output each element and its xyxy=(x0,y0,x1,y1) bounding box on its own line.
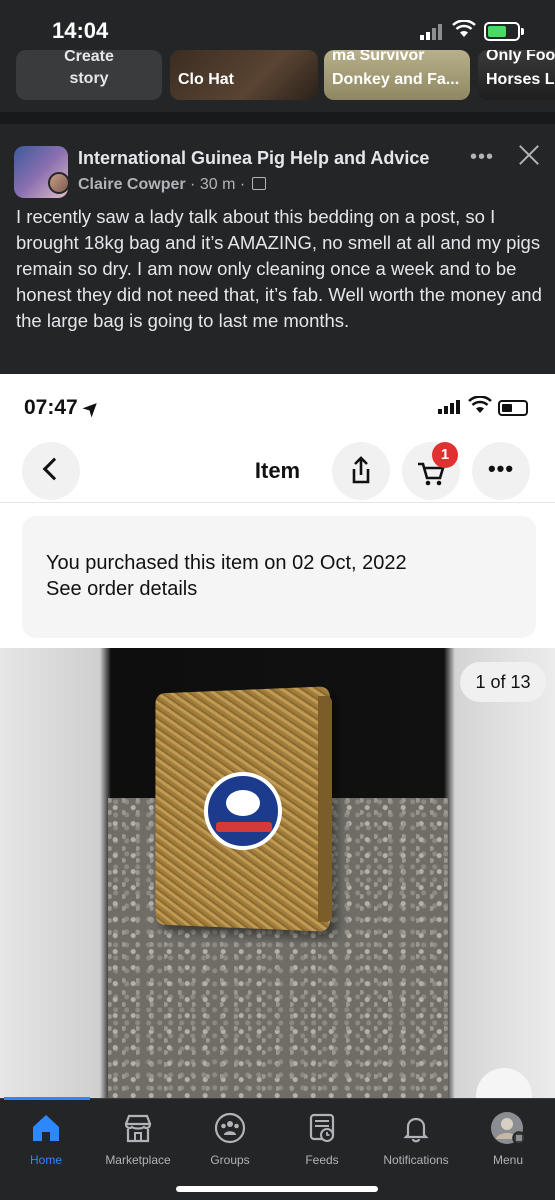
story-card[interactable]: Clo Hat xyxy=(170,50,318,100)
bell-icon xyxy=(403,1117,429,1143)
author-avatar[interactable] xyxy=(48,172,70,194)
group-privacy-icon xyxy=(251,177,266,190)
feed-post: International Guinea Pig Help and Advice… xyxy=(0,124,555,374)
tab-menu[interactable]: Menu xyxy=(458,1111,555,1177)
purchase-date-text: You purchased this item on 02 Oct, 2022 xyxy=(46,552,407,574)
attachment-status-time: 07:47 ➤ xyxy=(24,395,104,421)
group-name-link[interactable]: International Guinea Pig Help and Advice xyxy=(78,148,429,169)
more-button: ••• xyxy=(472,442,530,500)
post-more-button[interactable]: ••• xyxy=(470,146,494,169)
purchase-banner: You purchased this item on 02 Oct, 2022 … xyxy=(22,516,536,638)
cellular-signal-icon xyxy=(438,400,460,414)
close-icon[interactable] xyxy=(516,142,542,168)
home-indicator[interactable] xyxy=(176,1186,378,1192)
feed-divider xyxy=(0,112,555,124)
image-counter: 1 of 13 xyxy=(460,662,546,702)
avatar xyxy=(491,1112,526,1145)
tab-home[interactable]: Home xyxy=(0,1111,96,1177)
home-icon xyxy=(33,1115,59,1141)
order-details-link: See order details xyxy=(46,578,198,600)
status-time: 14:04 xyxy=(52,18,109,43)
battery-icon xyxy=(498,400,528,416)
post-meta: Claire Cowper · 30 m · xyxy=(78,176,266,194)
tab-notifications[interactable]: Notifications xyxy=(366,1111,466,1177)
location-arrow-icon: ➤ xyxy=(78,395,104,421)
bottom-tab-bar: Home Marketplace Groups Feeds Notificati… xyxy=(0,1097,555,1200)
tab-groups[interactable]: Groups xyxy=(180,1111,280,1177)
stories-strip: Create story Clo Hat ma Survivor Donkey … xyxy=(0,50,555,110)
cellular-signal-icon xyxy=(420,24,442,40)
tab-feeds[interactable]: Feeds xyxy=(272,1111,372,1177)
battery-icon xyxy=(484,22,520,41)
story-card[interactable]: ma Survivor Donkey and Fa... xyxy=(324,50,470,100)
groups-icon xyxy=(214,1112,246,1144)
author-name-link[interactable]: Claire Cowper xyxy=(78,176,186,193)
story-card[interactable]: Only Foo Horses L xyxy=(478,50,555,100)
brand-logo xyxy=(204,772,282,850)
share-icon xyxy=(352,456,370,484)
wifi-icon xyxy=(452,20,476,37)
feeds-icon xyxy=(309,1113,335,1142)
share-button xyxy=(332,442,390,500)
create-story-button[interactable]: Create story xyxy=(16,50,162,100)
post-body: I recently saw a lady talk about this be… xyxy=(16,206,542,331)
active-tab-indicator xyxy=(4,1097,90,1100)
marketplace-icon xyxy=(124,1114,152,1143)
wifi-icon xyxy=(468,396,492,413)
post-time[interactable]: 30 m xyxy=(200,176,236,193)
tab-marketplace[interactable]: Marketplace xyxy=(88,1111,188,1177)
post-image[interactable]: 07:47 ➤ Item 1 ••• You purchased this it… xyxy=(0,374,555,1098)
cart-badge: 1 xyxy=(432,442,458,468)
